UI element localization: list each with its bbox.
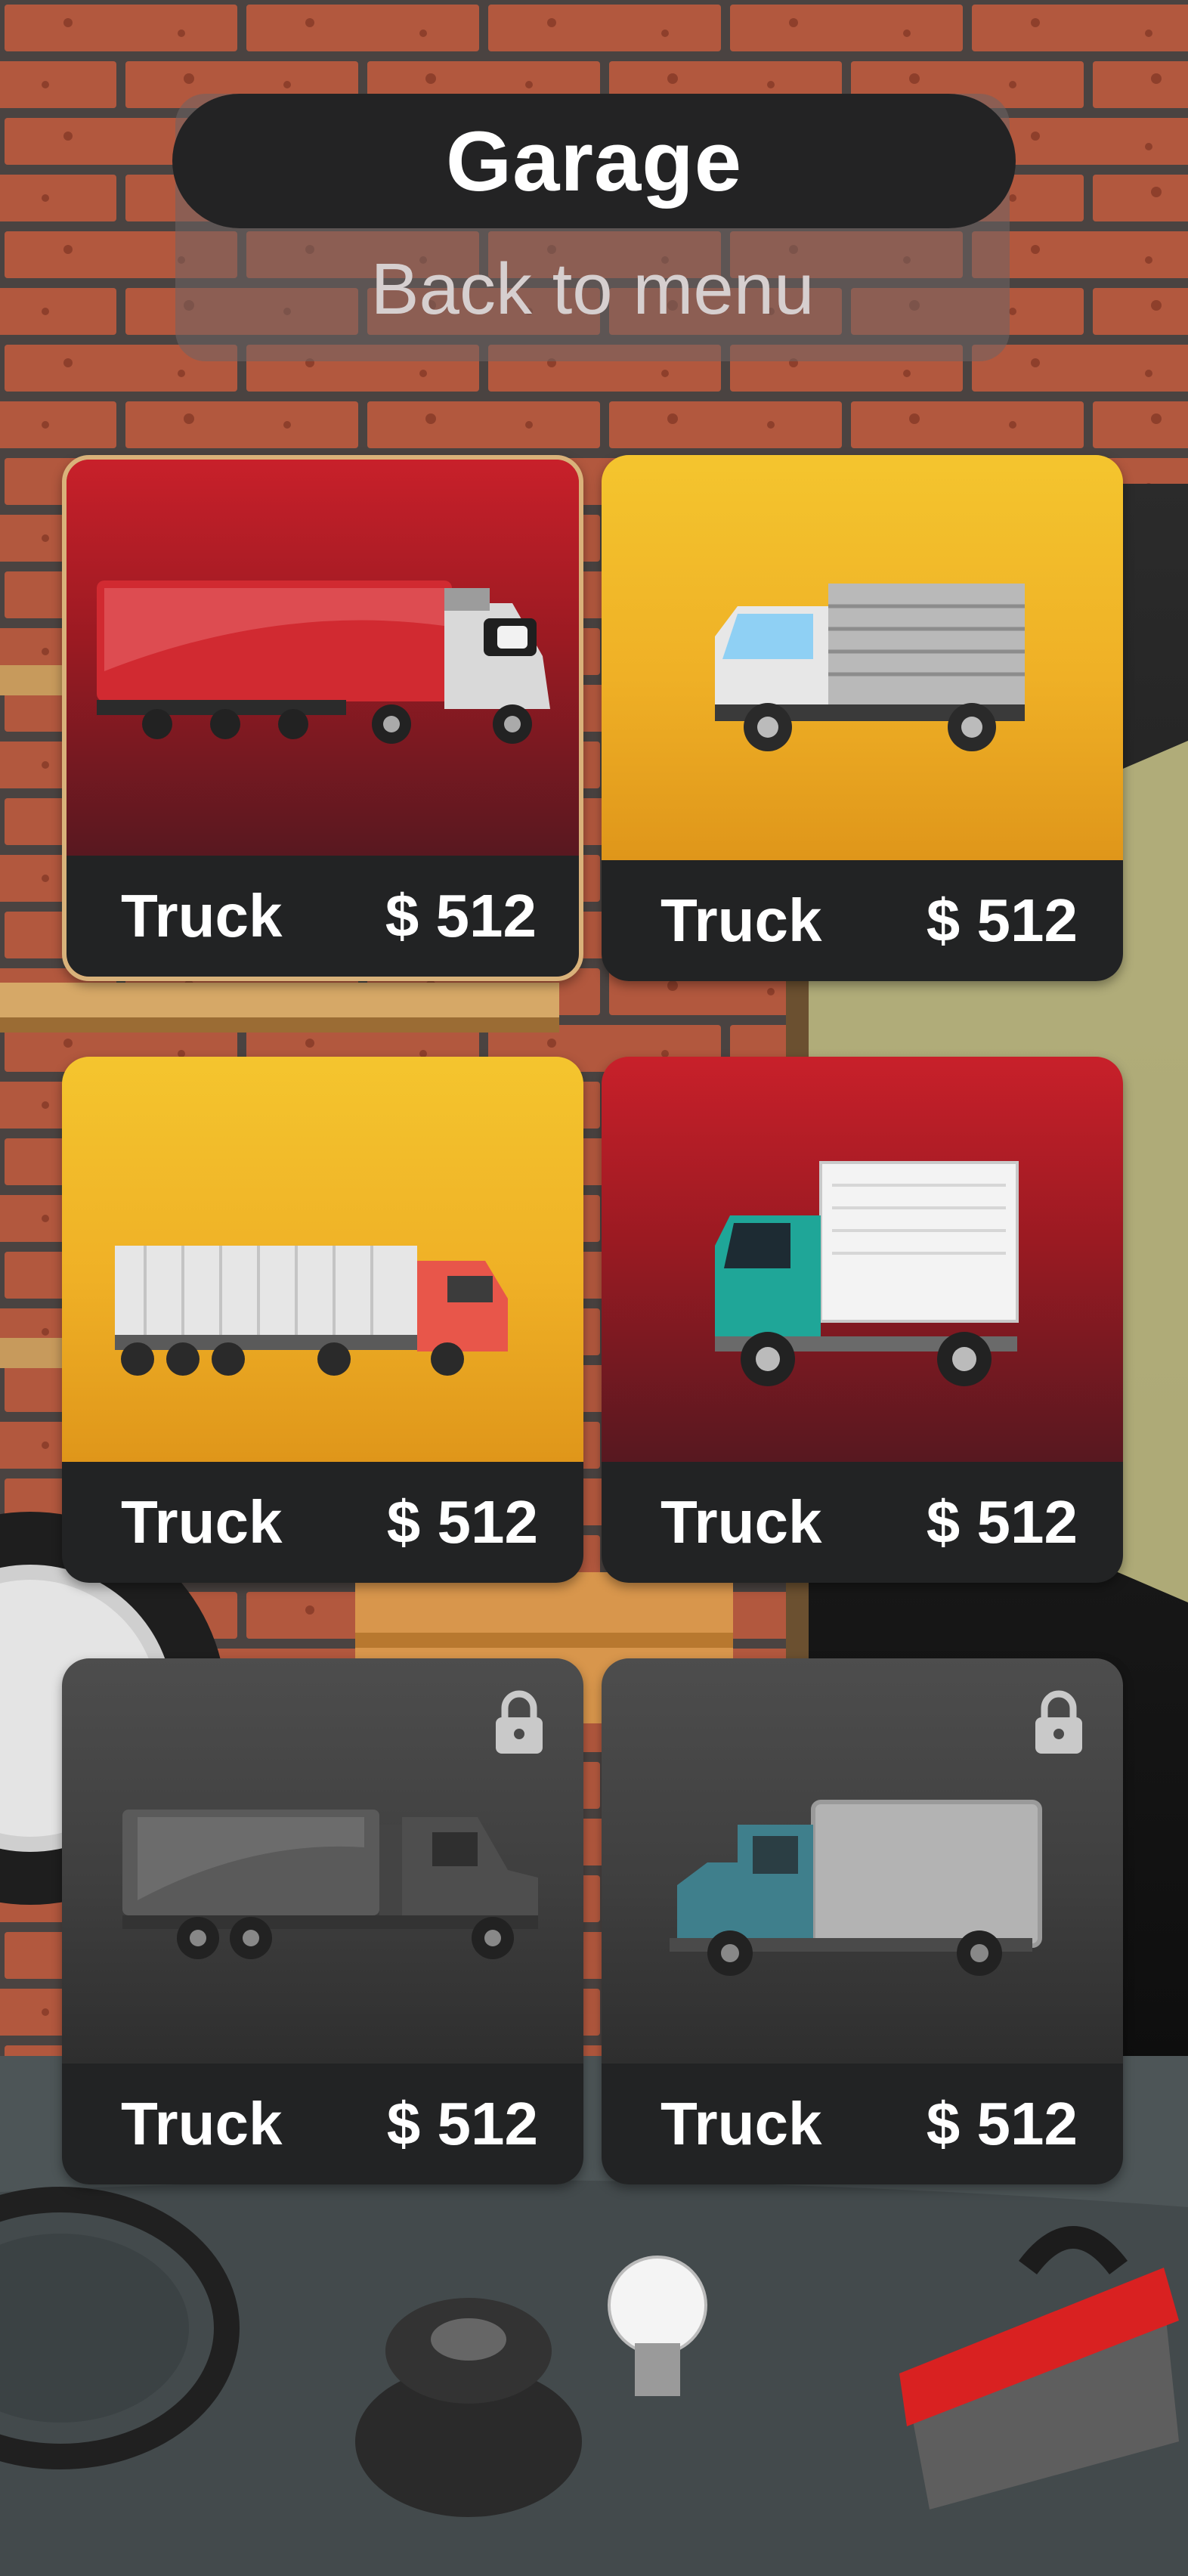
- vehicle-art: [602, 1658, 1123, 2064]
- vehicle-info-bar: Truck $ 512: [67, 856, 579, 977]
- vehicle-info-bar: Truck $ 512: [602, 1462, 1123, 1583]
- vehicle-art: [67, 460, 579, 864]
- vehicle-info-bar: Truck $ 512: [62, 1462, 583, 1583]
- vehicle-card-1[interactable]: Truck $ 512: [62, 455, 583, 981]
- vehicle-art: [62, 1057, 583, 1462]
- vehicle-card-3[interactable]: Truck $ 512: [62, 1057, 583, 1583]
- vehicle-name: Truck: [121, 2090, 283, 2157]
- vehicle-card-4[interactable]: Truck $ 512: [602, 1057, 1123, 1583]
- dark-semi-truck-icon: [122, 1810, 538, 1959]
- vehicle-info-bar: Truck $ 512: [602, 860, 1123, 981]
- vehicle-card-6[interactable]: Truck $ 512: [602, 1658, 1123, 2184]
- vehicle-name: Truck: [661, 887, 822, 954]
- vehicle-name: Truck: [661, 1488, 822, 1556]
- vehicle-art: [602, 1057, 1123, 1462]
- white-box-truck-icon: [715, 584, 1025, 751]
- vehicle-price: $ 512: [385, 882, 537, 949]
- red-semi-truck-icon: [97, 581, 550, 744]
- lock-icon: [1035, 1690, 1082, 1754]
- vehicle-price: $ 512: [386, 2090, 538, 2157]
- blue-box-truck-icon: [670, 1800, 1042, 1976]
- vehicle-art: [62, 1658, 583, 2064]
- vehicle-price: $ 512: [926, 2090, 1078, 2157]
- vehicle-card-5[interactable]: Truck $ 512: [62, 1658, 583, 2184]
- container-semi-truck-icon: [115, 1246, 508, 1376]
- vehicle-name: Truck: [121, 1488, 283, 1556]
- vehicle-card-2[interactable]: Truck $ 512: [602, 455, 1123, 981]
- lock-icon: [496, 1690, 543, 1754]
- vehicle-info-bar: Truck $ 512: [62, 2064, 583, 2184]
- vehicle-name: Truck: [121, 882, 283, 949]
- teal-box-truck-icon: [715, 1161, 1019, 1386]
- vehicle-price: $ 512: [926, 1488, 1078, 1556]
- vehicle-price: $ 512: [926, 887, 1078, 954]
- vehicle-name: Truck: [661, 2090, 822, 2157]
- page-title: Garage: [172, 94, 1016, 228]
- vehicle-price: $ 512: [386, 1488, 538, 1556]
- vehicle-info-bar: Truck $ 512: [602, 2064, 1123, 2184]
- back-to-menu-button[interactable]: Back to menu: [175, 240, 1010, 339]
- vehicle-art: [602, 455, 1123, 860]
